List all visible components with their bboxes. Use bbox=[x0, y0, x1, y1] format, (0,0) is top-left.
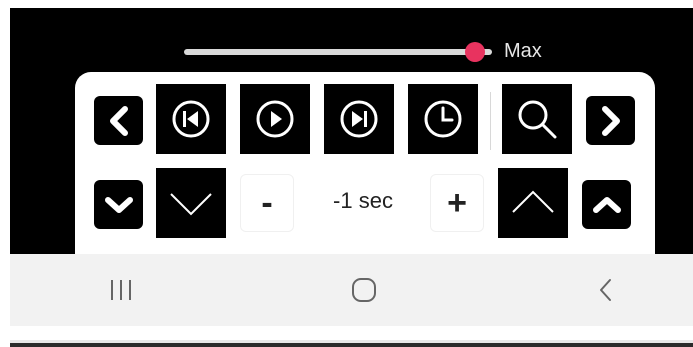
play-icon bbox=[256, 100, 294, 138]
back-button[interactable] bbox=[588, 272, 624, 308]
expand-button[interactable] bbox=[582, 180, 631, 229]
home-button[interactable] bbox=[346, 272, 382, 308]
search-button[interactable] bbox=[502, 84, 572, 154]
search-icon bbox=[518, 100, 557, 139]
increase-label: + bbox=[447, 184, 467, 222]
speed-slider-track[interactable] bbox=[184, 49, 492, 55]
play-button[interactable] bbox=[240, 84, 310, 154]
chevron-left-icon bbox=[109, 105, 128, 136]
toolbar-divider bbox=[490, 92, 491, 150]
time-offset-value: -1 sec bbox=[333, 188, 393, 213]
skip-back-button[interactable] bbox=[156, 84, 226, 154]
back-icon bbox=[600, 279, 611, 301]
next-page-button[interactable] bbox=[586, 96, 635, 145]
collapse-button[interactable] bbox=[94, 180, 143, 229]
skip-forward-button[interactable] bbox=[324, 84, 394, 154]
recents-icon bbox=[111, 280, 131, 300]
chevron-down-icon bbox=[104, 196, 133, 213]
chevron-down-icon bbox=[170, 193, 212, 216]
chevron-right-icon bbox=[601, 105, 620, 136]
recents-button[interactable] bbox=[103, 272, 139, 308]
skip-back-icon bbox=[172, 100, 210, 138]
chevron-up-icon bbox=[512, 190, 554, 213]
clock-icon bbox=[424, 100, 462, 138]
home-icon bbox=[352, 278, 376, 302]
increase-button[interactable]: + bbox=[430, 174, 484, 232]
decrease-button[interactable]: - bbox=[240, 174, 294, 232]
chevron-up-icon bbox=[592, 196, 621, 213]
decrease-label: - bbox=[261, 184, 273, 222]
bottom-edge bbox=[10, 343, 693, 347]
slider-label: Max bbox=[504, 40, 542, 62]
skip-forward-icon bbox=[340, 100, 378, 138]
scroll-down-button[interactable] bbox=[156, 168, 226, 238]
speed-slider-thumb[interactable] bbox=[465, 42, 485, 62]
scroll-up-button[interactable] bbox=[498, 168, 568, 238]
prev-page-button[interactable] bbox=[94, 96, 143, 145]
clock-button[interactable] bbox=[408, 84, 478, 154]
